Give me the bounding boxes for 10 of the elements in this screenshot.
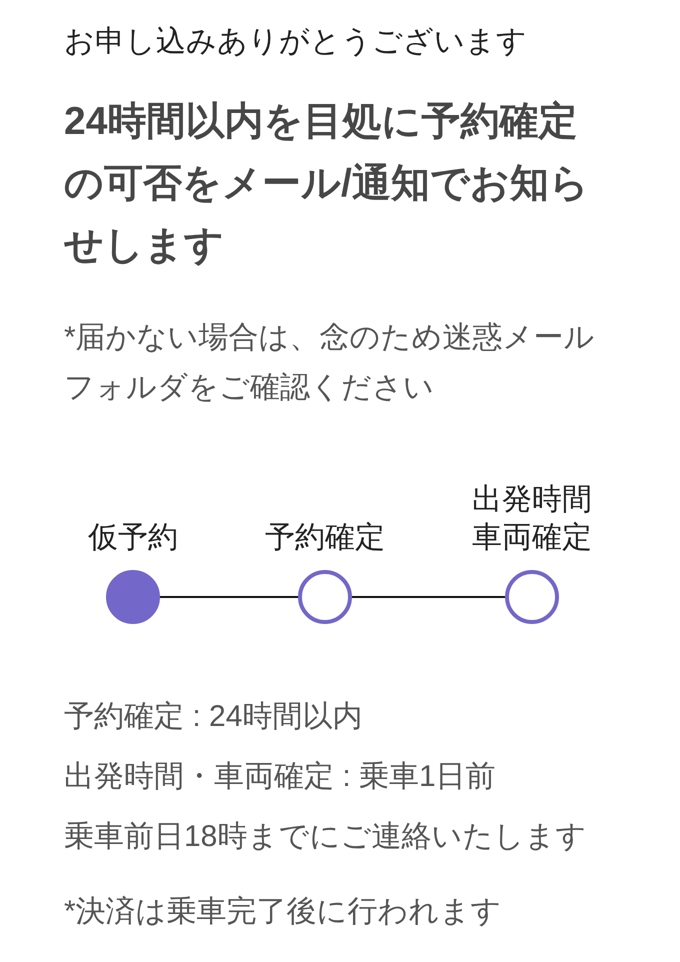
step-label: 仮予約 <box>88 520 178 556</box>
thank-you-message: お申し込みありがとうございます <box>64 24 528 60</box>
confirmation-heading: 24時間以内を目処に予約確定の可否をメール/通知でお知らせします <box>64 99 590 269</box>
schedule-detail-text: 予約確定 : 24時間以内 <box>64 699 364 735</box>
step-label: 出発時間車両確定 <box>471 482 593 556</box>
step-label: 予約確定 <box>265 520 385 556</box>
schedule-detail-text: 乗車前日18時までにご連絡いたします <box>64 819 588 855</box>
payment-note: *決済は乗車完了後に行われます <box>64 894 503 930</box>
schedule-detail-text: 出発時間・車両確定 : 乗車1日前 <box>64 759 497 795</box>
spam-folder-note: *届かない場合は、念のため迷惑メールフォルダをご確認ください <box>64 320 596 406</box>
